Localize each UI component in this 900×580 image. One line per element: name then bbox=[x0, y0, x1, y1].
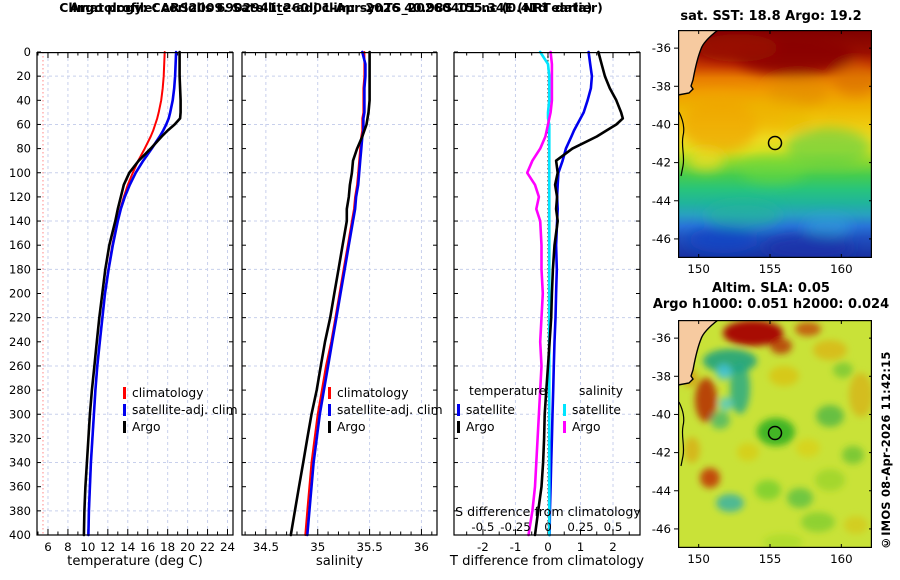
svg-text:320: 320 bbox=[9, 431, 31, 445]
sla-map bbox=[678, 320, 872, 548]
legend-label: Argo bbox=[466, 419, 495, 434]
svg-text:140: 140 bbox=[9, 214, 31, 228]
legend-line-swatch bbox=[123, 403, 126, 416]
svg-text:155: 155 bbox=[759, 552, 782, 566]
t-difference-axis-label: T difference from climatology bbox=[449, 554, 645, 569]
legend-label: satellite-adj. clim bbox=[337, 402, 443, 417]
legend-label: Argo bbox=[132, 419, 161, 434]
svg-text:14: 14 bbox=[120, 540, 135, 554]
svg-text:34.5: 34.5 bbox=[253, 540, 279, 554]
legend-line-swatch bbox=[328, 420, 331, 433]
legend-item: satellite-adj. clim bbox=[328, 401, 443, 418]
svg-text:160: 160 bbox=[830, 552, 853, 566]
svg-text:0.5: 0.5 bbox=[604, 520, 623, 534]
legend-label: climatology bbox=[337, 385, 409, 400]
svg-text:150: 150 bbox=[687, 552, 710, 566]
salinity-axis-label: salinity bbox=[315, 554, 364, 569]
svg-text:-1: -1 bbox=[510, 540, 522, 554]
legend-label: climatology bbox=[132, 385, 204, 400]
legend-item: Argo bbox=[123, 418, 238, 435]
svg-text:100: 100 bbox=[9, 166, 31, 180]
svg-text:0: 0 bbox=[544, 540, 552, 554]
svg-text:300: 300 bbox=[9, 407, 31, 421]
legend-line-swatch bbox=[123, 386, 126, 399]
svg-text:35.5: 35.5 bbox=[356, 540, 382, 554]
legend-header: temperature bbox=[469, 384, 547, 398]
legend-line-swatch bbox=[328, 386, 331, 399]
legend-line-swatch bbox=[457, 403, 460, 416]
legend-line-swatch bbox=[457, 420, 460, 433]
svg-text:280: 280 bbox=[9, 383, 31, 397]
sst-map bbox=[678, 30, 872, 258]
legend-line-swatch bbox=[563, 403, 566, 416]
svg-text:400: 400 bbox=[9, 528, 31, 542]
svg-text:10: 10 bbox=[80, 540, 95, 554]
legend-item: satellite bbox=[457, 401, 546, 418]
svg-text:150: 150 bbox=[687, 262, 710, 276]
svg-text:80: 80 bbox=[16, 142, 31, 156]
legend-label: satellite-adj. clim bbox=[132, 402, 238, 417]
svg-text:8: 8 bbox=[64, 540, 72, 554]
legend-label: Argo bbox=[572, 419, 601, 434]
svg-text:160: 160 bbox=[830, 262, 853, 276]
difference-legend-salinity: salinity satellite Argo bbox=[563, 384, 623, 435]
temperature-axis-label: temperature (deg C) bbox=[67, 554, 203, 569]
svg-text:60: 60 bbox=[16, 117, 31, 131]
svg-text:0: 0 bbox=[544, 520, 552, 534]
legend-line-swatch bbox=[563, 420, 566, 433]
legend-item: climatology bbox=[123, 384, 238, 401]
svg-text:240: 240 bbox=[9, 335, 31, 349]
difference-profile-panel: -2 -1 0 1 2 S difference from climatology-0.5… bbox=[453, 50, 641, 554]
legend-item: satellite-adj. clim bbox=[123, 401, 238, 418]
svg-text:20: 20 bbox=[180, 540, 195, 554]
svg-text:18: 18 bbox=[160, 540, 175, 554]
sla-map-title-line2: Argo h1000: 0.051 h2000: 0.024 bbox=[652, 297, 890, 312]
sst-map-title: sat. SST: 18.8 Argo: 19.2 bbox=[680, 9, 862, 24]
svg-text:6: 6 bbox=[44, 540, 52, 554]
legend-item: satellite bbox=[563, 401, 623, 418]
svg-text:-2: -2 bbox=[477, 540, 489, 554]
legend-label: satellite bbox=[466, 402, 515, 417]
svg-text:-0.5: -0.5 bbox=[471, 520, 494, 534]
figure-title-line2: Climatology: CARS2009. Satellite-adj cli… bbox=[59, 0, 603, 15]
difference-legend-temperature: temperature satellite Argo bbox=[457, 384, 546, 435]
legend-label: satellite bbox=[572, 402, 621, 417]
legend-label: Argo bbox=[337, 419, 366, 434]
svg-text:-0.25: -0.25 bbox=[500, 520, 531, 534]
svg-text:160: 160 bbox=[9, 238, 31, 252]
svg-text:1: 1 bbox=[577, 540, 585, 554]
svg-text:2: 2 bbox=[609, 540, 617, 554]
svg-text:0.25: 0.25 bbox=[567, 520, 593, 534]
svg-text:120: 120 bbox=[9, 190, 31, 204]
svg-text:20: 20 bbox=[16, 69, 31, 83]
legend-header: salinity bbox=[579, 384, 624, 398]
svg-text:16: 16 bbox=[140, 540, 155, 554]
svg-text:360: 360 bbox=[9, 480, 31, 494]
legend-item: climatology bbox=[328, 384, 443, 401]
svg-text:35: 35 bbox=[310, 540, 325, 554]
legend-item: Argo bbox=[457, 418, 546, 435]
temperature_profile-legend: climatology satellite-adj. clim Argo bbox=[123, 384, 238, 435]
legend-line-swatch bbox=[328, 403, 331, 416]
svg-text:260: 260 bbox=[9, 359, 31, 373]
svg-text:200: 200 bbox=[9, 287, 31, 301]
svg-text:155: 155 bbox=[759, 262, 782, 276]
argo-profile-figure: Argo profile: coriolis 6902941_260 01-Ap… bbox=[0, 0, 900, 580]
salinity_profile-legend: climatology satellite-adj. clim Argo bbox=[328, 384, 443, 435]
svg-text:0: 0 bbox=[24, 45, 31, 59]
sla-map-title-line1: Altim. SLA: 0.05 bbox=[712, 281, 830, 296]
svg-text:380: 380 bbox=[9, 504, 31, 518]
imos-credit: ©IMOS 08-Apr-2026 11:42:15 bbox=[879, 351, 893, 550]
svg-text:S difference from climatology: S difference from climatology bbox=[455, 504, 641, 519]
legend-line-swatch bbox=[123, 420, 126, 433]
svg-text:340: 340 bbox=[9, 456, 31, 470]
svg-text:40: 40 bbox=[16, 93, 31, 107]
legend-item: Argo bbox=[563, 418, 623, 435]
svg-text:220: 220 bbox=[9, 311, 31, 325]
legend-item: Argo bbox=[328, 418, 443, 435]
svg-text:12: 12 bbox=[100, 540, 115, 554]
svg-text:180: 180 bbox=[9, 262, 31, 276]
